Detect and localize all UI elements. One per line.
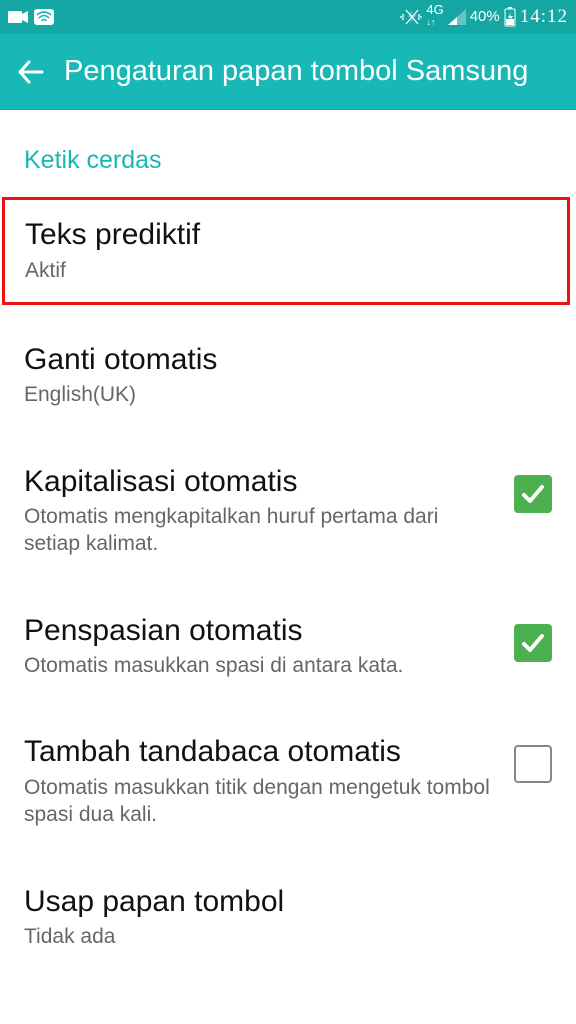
checkbox-auto-capitalize[interactable]	[514, 475, 552, 513]
page-title: Pengaturan papan tombol Samsung	[64, 55, 528, 88]
setting-subtitle: Otomatis masukkan titik dengan mengetuk …	[24, 774, 496, 829]
setting-title: Kapitalisasi otomatis	[24, 465, 496, 500]
setting-title: Ganti otomatis	[24, 343, 552, 378]
setting-subtitle: Otomatis masukkan spasi di antara kata.	[24, 652, 496, 679]
setting-subtitle: Tidak ada	[24, 923, 552, 950]
setting-title: Tambah tandabaca otomatis	[24, 735, 496, 770]
vibrate-icon	[400, 8, 422, 26]
status-bar: 4G↓↑ 40% 14:12	[0, 0, 576, 34]
setting-item-auto-punctuate[interactable]: Tambah tandabaca otomatis Otomatis masuk…	[0, 717, 576, 846]
setting-item-predictive-text[interactable]: Teks prediktif Aktif	[2, 197, 570, 305]
checkbox-auto-spacing[interactable]	[514, 624, 552, 662]
settings-list: Ketik cerdas Teks prediktif Aktif Ganti …	[0, 110, 576, 968]
checkbox-auto-punctuate[interactable]	[514, 745, 552, 783]
setting-title: Penspasian otomatis	[24, 614, 496, 649]
setting-item-auto-replace[interactable]: Ganti otomatis English(UK)	[0, 325, 576, 427]
setting-subtitle: Otomatis mengkapitalkan huruf pertama da…	[24, 503, 496, 558]
setting-subtitle: Aktif	[25, 257, 547, 284]
setting-item-auto-capitalize[interactable]: Kapitalisasi otomatis Otomatis mengkapit…	[0, 447, 576, 576]
network-type-label: 4G↓↑	[426, 5, 443, 28]
battery-percent-label: 40%	[470, 8, 500, 25]
back-button[interactable]	[12, 54, 48, 90]
wifi-icon	[34, 9, 54, 25]
setting-item-auto-spacing[interactable]: Penspasian otomatis Otomatis masukkan sp…	[0, 596, 576, 698]
check-icon	[520, 481, 546, 507]
setting-title: Teks prediktif	[25, 218, 547, 253]
camera-icon	[8, 10, 28, 24]
battery-charging-icon	[504, 7, 516, 27]
clock-label: 14:12	[520, 6, 568, 28]
arrow-left-icon	[15, 57, 45, 87]
action-bar: Pengaturan papan tombol Samsung	[0, 34, 576, 110]
setting-subtitle: English(UK)	[24, 381, 552, 408]
check-icon	[520, 630, 546, 656]
setting-item-keyboard-swipe[interactable]: Usap papan tombol Tidak ada	[0, 867, 576, 969]
section-header-smart-typing: Ketik cerdas	[0, 142, 576, 197]
setting-title: Usap papan tombol	[24, 885, 552, 920]
signal-icon	[448, 9, 466, 25]
